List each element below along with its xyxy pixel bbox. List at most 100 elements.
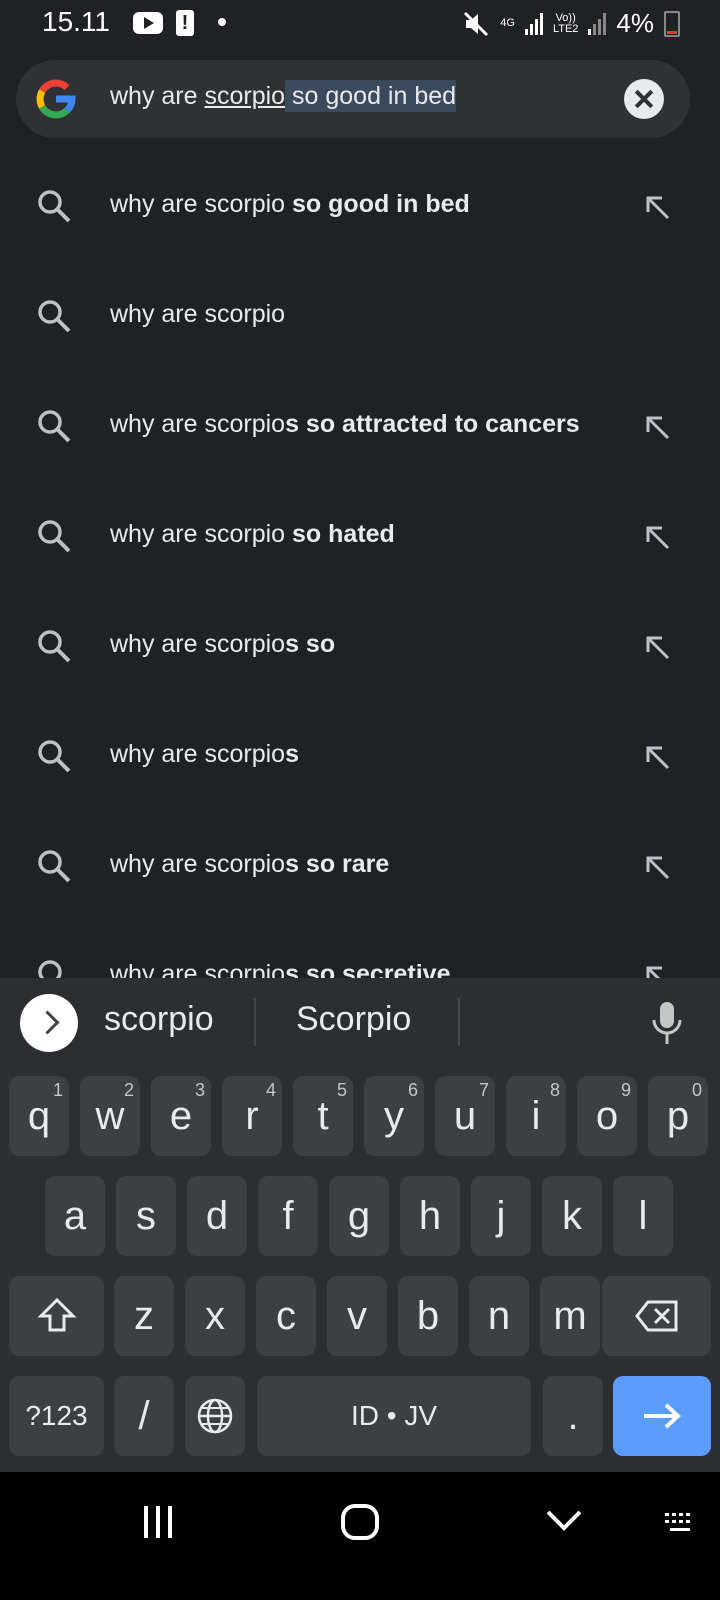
keyboard-suggestion-bar: scorpio Scorpio bbox=[0, 978, 720, 1064]
key-u[interactable]: u7 bbox=[435, 1076, 495, 1156]
signal-2-icon bbox=[588, 12, 607, 35]
battery-percent: 4% bbox=[616, 8, 654, 38]
microphone-icon[interactable] bbox=[650, 998, 684, 1048]
key-slash[interactable]: / bbox=[114, 1376, 174, 1456]
key-d[interactable]: d bbox=[187, 1176, 247, 1256]
key-a[interactable]: a bbox=[45, 1176, 105, 1256]
word-suggestion[interactable]: scorpio bbox=[104, 1000, 214, 1039]
signal-1-icon bbox=[524, 12, 543, 35]
key-y[interactable]: y6 bbox=[364, 1076, 424, 1156]
key-b[interactable]: b bbox=[398, 1276, 458, 1356]
backspace-key[interactable] bbox=[602, 1276, 711, 1356]
search-icon bbox=[38, 520, 71, 553]
arrow-right-icon bbox=[644, 1403, 681, 1429]
back-icon[interactable] bbox=[544, 1506, 584, 1536]
key-m[interactable]: m bbox=[540, 1276, 600, 1356]
status-bar: 15.11 ! 4G Vo)) LTE2 4% bbox=[0, 0, 720, 48]
query-selected-text: so good in bed bbox=[285, 80, 457, 112]
key-w[interactable]: w2 bbox=[80, 1076, 140, 1156]
key-r[interactable]: r4 bbox=[222, 1076, 282, 1156]
shift-key[interactable] bbox=[9, 1276, 104, 1356]
expand-toolbar-icon[interactable] bbox=[20, 994, 78, 1052]
search-icon bbox=[38, 850, 71, 883]
clock: 15.11 bbox=[42, 6, 110, 37]
search-input[interactable]: why are scorpio so good in bed bbox=[110, 80, 457, 112]
suggestion-row[interactable]: why are scorpios so rare bbox=[0, 810, 720, 920]
key-e[interactable]: e3 bbox=[151, 1076, 211, 1156]
suggestion-text: why are scorpio bbox=[110, 300, 286, 328]
key-g[interactable]: g bbox=[329, 1176, 389, 1256]
key-k[interactable]: k bbox=[542, 1176, 602, 1256]
fill-query-arrow-icon[interactable] bbox=[642, 742, 672, 772]
key-f[interactable]: f bbox=[258, 1176, 318, 1256]
enter-key[interactable] bbox=[613, 1376, 711, 1456]
key-n[interactable]: n bbox=[469, 1276, 529, 1356]
search-bar[interactable]: why are scorpio so good in bed bbox=[16, 60, 690, 138]
query-text: why are bbox=[110, 82, 205, 110]
suggestion-text: why are scorpio so hated bbox=[110, 520, 395, 548]
battery-icon bbox=[664, 10, 680, 37]
recent-apps-icon[interactable] bbox=[140, 1504, 176, 1540]
system-navigation-bar bbox=[0, 1472, 720, 1600]
search-icon bbox=[38, 300, 71, 333]
key-i[interactable]: i8 bbox=[506, 1076, 566, 1156]
key-h[interactable]: h bbox=[400, 1176, 460, 1256]
google-logo-icon bbox=[36, 79, 76, 119]
backspace-icon bbox=[634, 1300, 677, 1332]
fill-query-arrow-icon[interactable] bbox=[642, 522, 672, 552]
network-4g-label: 4G bbox=[500, 17, 515, 29]
fill-query-arrow-icon[interactable] bbox=[642, 852, 672, 882]
suggestion-row[interactable]: why are scorpios so secretive bbox=[0, 920, 720, 978]
fill-query-arrow-icon[interactable] bbox=[642, 632, 672, 662]
key-o[interactable]: o9 bbox=[577, 1076, 637, 1156]
search-icon bbox=[38, 740, 71, 773]
youtube-notification-icon bbox=[133, 12, 163, 34]
home-icon[interactable] bbox=[340, 1502, 380, 1542]
key-q[interactable]: q1 bbox=[9, 1076, 69, 1156]
fill-query-arrow-icon[interactable] bbox=[642, 962, 672, 978]
suggestion-row[interactable]: why are scorpio so hated bbox=[0, 480, 720, 590]
suggestion-text: why are scorpios so bbox=[110, 630, 336, 658]
alert-notification-icon: ! bbox=[176, 10, 194, 36]
clear-icon[interactable] bbox=[624, 79, 664, 119]
lte2-label: Vo)) LTE2 bbox=[552, 11, 579, 35]
suggestion-text: why are scorpios bbox=[110, 740, 299, 768]
space-key[interactable]: ID • JV bbox=[257, 1376, 531, 1456]
suggestion-row[interactable]: why are scorpio bbox=[0, 260, 720, 370]
keyboard: scorpio Scorpio q1w2e3r4t5y6u7i8o9p0 asdf… bbox=[0, 978, 720, 1472]
language-key[interactable] bbox=[185, 1376, 245, 1456]
word-suggestion[interactable]: Scorpio bbox=[296, 1000, 411, 1039]
shift-icon bbox=[36, 1297, 77, 1332]
key-j[interactable]: j bbox=[471, 1176, 531, 1256]
keyboard-switch-icon[interactable] bbox=[664, 1512, 696, 1534]
fill-query-arrow-icon[interactable] bbox=[642, 412, 672, 442]
divider bbox=[254, 998, 256, 1046]
key-p[interactable]: p0 bbox=[648, 1076, 708, 1156]
suggestion-row[interactable]: why are scorpio so good in bed bbox=[0, 150, 720, 260]
suggestion-text: why are scorpios so attracted to cancers bbox=[110, 410, 580, 438]
key-z[interactable]: z bbox=[114, 1276, 174, 1356]
key-period[interactable]: . bbox=[543, 1376, 603, 1456]
search-icon bbox=[38, 630, 71, 663]
symbols-key[interactable]: ?123 bbox=[9, 1376, 104, 1456]
suggestion-row[interactable]: why are scorpios bbox=[0, 700, 720, 810]
suggestion-row[interactable]: why are scorpios so bbox=[0, 590, 720, 700]
search-icon bbox=[38, 410, 71, 443]
key-c[interactable]: c bbox=[256, 1276, 316, 1356]
key-s[interactable]: s bbox=[116, 1176, 176, 1256]
suggestion-list: why are scorpio so good in bed why are sc… bbox=[0, 150, 720, 978]
mute-icon bbox=[464, 11, 489, 36]
key-x[interactable]: x bbox=[185, 1276, 245, 1356]
more-notifications-dot bbox=[218, 18, 226, 26]
key-l[interactable]: l bbox=[613, 1176, 673, 1256]
key-t[interactable]: t5 bbox=[293, 1076, 353, 1156]
fill-query-arrow-icon[interactable] bbox=[642, 192, 672, 222]
suggestion-text: why are scorpios so rare bbox=[110, 850, 390, 878]
divider bbox=[458, 998, 460, 1046]
search-icon bbox=[38, 190, 71, 223]
key-v[interactable]: v bbox=[327, 1276, 387, 1356]
globe-icon bbox=[197, 1398, 233, 1434]
suggestion-row[interactable]: why are scorpios so attracted to cancers bbox=[0, 370, 720, 480]
suggestion-text: why are scorpios so secretive bbox=[110, 960, 451, 978]
search-icon bbox=[38, 960, 62, 978]
